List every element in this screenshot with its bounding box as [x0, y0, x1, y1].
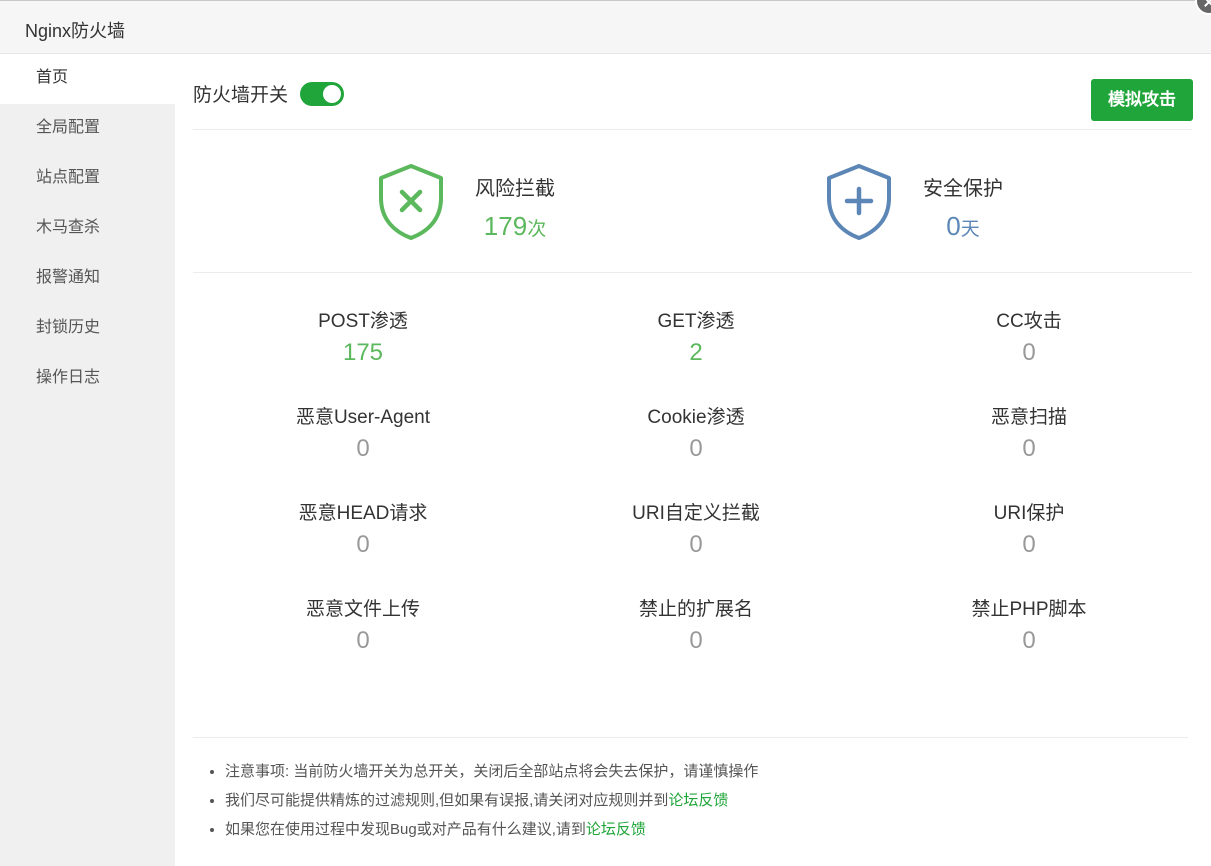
stat-value: 0: [1022, 531, 1036, 558]
main-panel: 防火墙开关 模拟攻击 风险拦截 179次 安全保护 0天 POST渗透 175 …: [175, 54, 1211, 866]
stat-value: 0: [356, 627, 370, 654]
risk-intercept-value: 179: [483, 211, 528, 241]
stat-forbidden-extension: 禁止的扩展名 0: [546, 594, 846, 655]
sidebar-item-block-history[interactable]: 封锁历史: [0, 304, 175, 354]
stat-uri-custom-block: URI自定义拦截 0: [546, 498, 846, 559]
safe-protection-summary: 安全保护 0天: [825, 162, 1003, 242]
stat-value: 0: [356, 531, 370, 558]
sidebar: 首页 全局配置 站点配置 木马查杀 报警通知 封锁历史 操作日志: [0, 54, 175, 866]
sidebar-item-home[interactable]: 首页: [0, 54, 175, 104]
safe-protection-value: 0: [946, 211, 961, 241]
firewall-toggle-row: 防火墙开关: [193, 80, 345, 107]
stat-value: 0: [1022, 435, 1036, 462]
stat-cookie-penetration: Cookie渗透 0: [546, 402, 846, 463]
note-text: 我们尽可能提供精炼的过滤规则,但如果有误报,请关闭对应规则并到: [225, 792, 669, 809]
note-text: 注意事项: 当前防火墙开关为总开关，关闭后全部站点将会失去保护，请谨慎操作: [225, 763, 759, 780]
stat-label: 恶意HEAD请求: [298, 503, 428, 524]
stat-label: 恶意文件上传: [305, 599, 420, 620]
window-title: Nginx防火墙: [25, 21, 126, 41]
risk-intercept-summary: 风险拦截 179次: [377, 162, 555, 242]
stat-malicious-head: 恶意HEAD请求 0: [213, 498, 513, 559]
stat-cc-attack: CC攻击 0: [879, 306, 1179, 367]
toggle-knob: [323, 84, 342, 103]
note-text: 如果您在使用过程中发现Bug或对产品有什么建议,请到: [225, 821, 586, 838]
stat-value: 0: [689, 435, 703, 462]
notes-list: 注意事项: 当前防火墙开关为总开关，关闭后全部站点将会失去保护，请谨慎操作 我们…: [225, 760, 758, 847]
stat-get-penetration: GET渗透 2: [546, 306, 846, 367]
stat-value: 0: [689, 627, 703, 654]
stat-value: 0: [689, 531, 703, 558]
close-icon[interactable]: [1195, 0, 1211, 15]
stat-label: URI保护: [993, 503, 1065, 524]
stat-label: Cookie渗透: [647, 407, 745, 428]
note-item: 我们尽可能提供精炼的过滤规则,但如果有误报,请关闭对应规则并到论坛反馈: [225, 789, 758, 810]
stat-label: POST渗透: [318, 311, 408, 332]
risk-intercept-unit: 次: [527, 219, 547, 240]
stat-value: 2: [689, 339, 703, 366]
sidebar-item-global-config[interactable]: 全局配置: [0, 104, 175, 154]
stat-label: URI自定义拦截: [632, 503, 760, 524]
window-titlebar: Nginx防火墙: [0, 0, 1211, 54]
stat-label: 恶意User-Agent: [295, 407, 431, 428]
stat-malicious-user-agent: 恶意User-Agent 0: [213, 402, 513, 463]
stat-malicious-scan: 恶意扫描 0: [879, 402, 1179, 463]
forum-feedback-link[interactable]: 论坛反馈: [668, 792, 728, 809]
stat-uri-protection: URI保护 0: [879, 498, 1179, 559]
stat-label: 禁止的扩展名: [638, 599, 753, 620]
firewall-toggle-switch[interactable]: [300, 81, 345, 106]
safe-protection-unit: 天: [960, 219, 980, 240]
stat-value: 0: [1022, 627, 1036, 654]
divider: [193, 737, 1188, 738]
stat-label: CC攻击: [996, 311, 1062, 332]
stat-forbidden-php: 禁止PHP脚本 0: [879, 594, 1179, 655]
divider: [193, 272, 1192, 273]
stat-label: GET渗透: [657, 311, 735, 332]
firewall-toggle-label: 防火墙开关: [193, 85, 289, 106]
shield-x-icon: [379, 164, 443, 240]
stat-post-penetration: POST渗透 175: [213, 306, 513, 367]
sidebar-item-alert-notify[interactable]: 报警通知: [0, 254, 175, 304]
divider: [193, 129, 1192, 130]
sidebar-item-operation-log[interactable]: 操作日志: [0, 354, 175, 404]
safe-protection-label: 安全保护: [923, 178, 1003, 200]
sidebar-item-trojan-scan[interactable]: 木马查杀: [0, 204, 175, 254]
shield-plus-icon: [827, 164, 891, 240]
stat-value: 175: [342, 339, 384, 366]
forum-feedback-link[interactable]: 论坛反馈: [586, 821, 646, 838]
simulate-attack-button[interactable]: 模拟攻击: [1091, 79, 1193, 121]
stat-label: 禁止PHP脚本: [971, 599, 1087, 620]
stat-label: 恶意扫描: [990, 407, 1067, 428]
stat-value: 0: [1022, 339, 1036, 366]
risk-intercept-label: 风险拦截: [475, 178, 555, 200]
stat-malicious-upload: 恶意文件上传 0: [213, 594, 513, 655]
sidebar-item-site-config[interactable]: 站点配置: [0, 154, 175, 204]
note-item: 如果您在使用过程中发现Bug或对产品有什么建议,请到论坛反馈: [225, 818, 758, 839]
note-item: 注意事项: 当前防火墙开关为总开关，关闭后全部站点将会失去保护，请谨慎操作: [225, 760, 758, 781]
stat-value: 0: [356, 435, 370, 462]
